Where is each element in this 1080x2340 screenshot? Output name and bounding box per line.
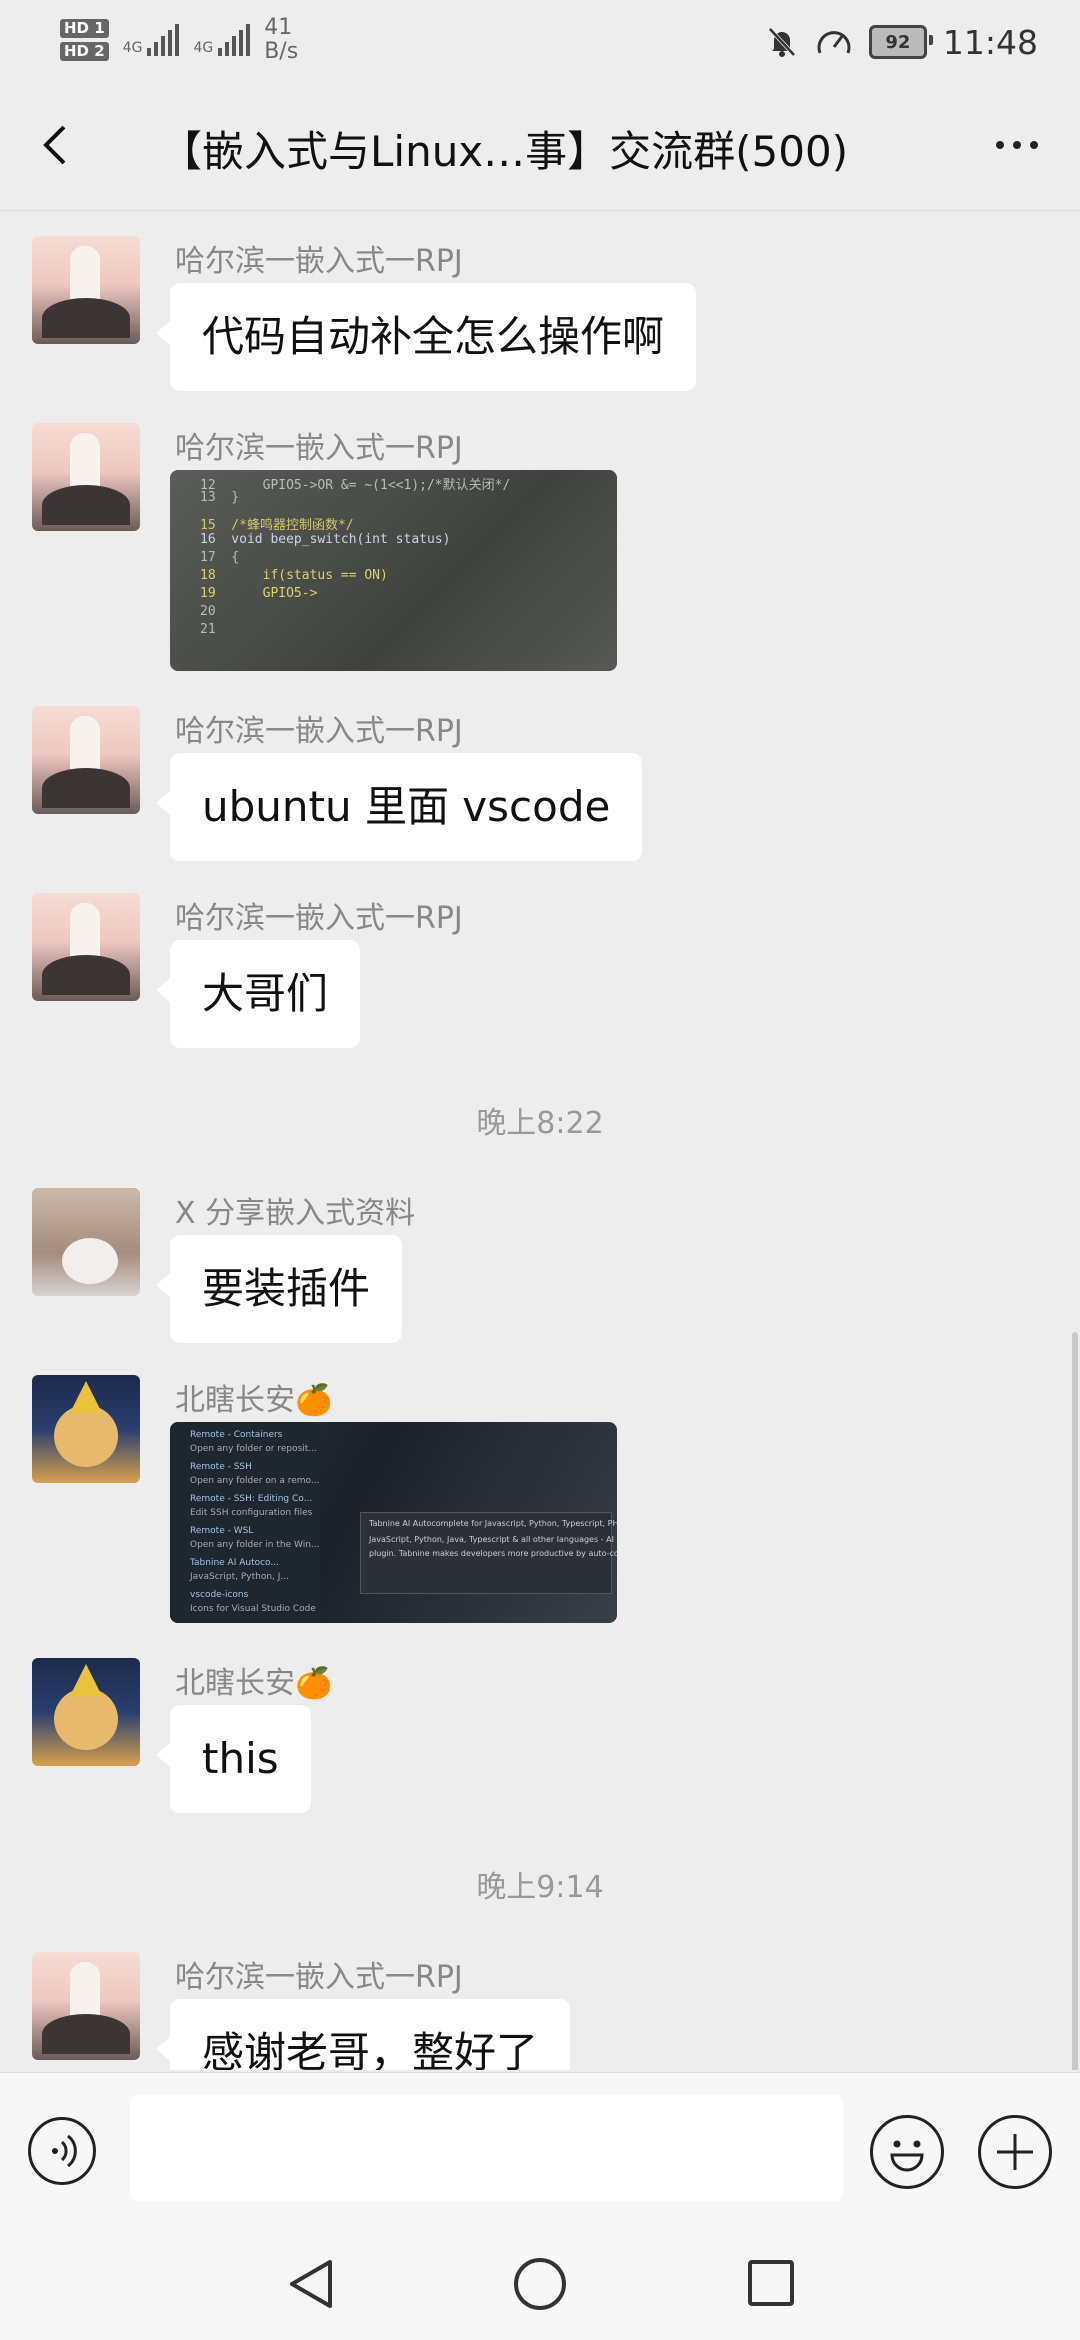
sender-name: X 分享嵌入式资料 xyxy=(175,1196,416,1231)
extension-popup: Tabnine AI Autocomplete for Javascript, … xyxy=(360,1512,617,1594)
message-bubble[interactable]: 代码自动补全怎么操作啊 xyxy=(155,283,697,391)
clock: 11:48 xyxy=(942,22,1038,62)
sender-name: 哈尔滨一嵌入式一RPJ xyxy=(175,244,463,279)
code-line: 15 /*蜂鸣器控制函数*/ xyxy=(200,518,354,533)
extension-line: Tabnine AI Autoco... xyxy=(190,1558,279,1568)
sender-name: 哈尔滨一嵌入式一RPJ xyxy=(175,714,463,749)
sim1-badge: HD 1 xyxy=(60,19,109,38)
signal-icon: 4G xyxy=(123,24,180,56)
performance-gauge-icon xyxy=(817,31,851,54)
network-type-2: 4G xyxy=(193,40,214,56)
sim2-badge: HD 2 xyxy=(60,42,109,61)
avatar[interactable] xyxy=(32,893,140,1001)
image-message-code-photo[interactable]: 12 GPIO5->OR &= ~(1<<1);/*默认关闭*/ 13 } 15… xyxy=(170,470,617,671)
code-line: 18 if(status == ON) xyxy=(200,568,388,583)
battery-icon: 92 xyxy=(868,25,933,59)
sender-name: 北瞎长安🍊 xyxy=(175,1383,333,1418)
popup-line: Tabnine AI Autocomplete for Javascript, … xyxy=(369,1519,617,1528)
extension-line: Open any folder in the Win... xyxy=(190,1540,320,1550)
nav-back-icon[interactable] xyxy=(286,2256,336,2312)
extension-line: Remote - SSH xyxy=(190,1462,252,1472)
scrollbar[interactable] xyxy=(1072,1332,1078,2070)
extension-line: Open any folder or reposit... xyxy=(190,1444,317,1454)
extension-line: vscode-icons xyxy=(190,1590,249,1600)
extension-line: JavaScript, Python, J... xyxy=(190,1572,289,1582)
chat-list[interactable]: 哈尔滨一嵌入式一RPJ 代码自动补全怎么操作啊 哈尔滨一嵌入式一RPJ 12 G… xyxy=(0,212,1080,2070)
timestamp: 晚上8:22 xyxy=(476,1106,604,1141)
message-bubble[interactable]: 大哥们 xyxy=(155,940,361,1048)
sender-name: 哈尔滨一嵌入式一RPJ xyxy=(175,431,463,466)
system-navigation-bar xyxy=(0,2230,1080,2340)
input-bar xyxy=(0,2072,1080,2231)
sender-name: 北瞎长安🍊 xyxy=(175,1666,333,1701)
network-speed-value: 41 xyxy=(264,15,293,40)
back-arrow-icon[interactable] xyxy=(30,115,90,175)
code-line: 19 GPIO5-> xyxy=(200,586,318,601)
extension-line: Edit SSH configuration files xyxy=(190,1508,313,1518)
timestamp: 晚上9:14 xyxy=(476,1870,604,1905)
message-bubble[interactable]: 感谢老哥，整好了 xyxy=(155,1999,571,2070)
code-line: 20 xyxy=(200,604,216,619)
network-speed: 41 B/s xyxy=(264,16,298,64)
avatar[interactable] xyxy=(32,1952,140,2060)
title-bar: 【嵌入式与Linux…事】交流群(500) xyxy=(0,80,1080,211)
message-input[interactable] xyxy=(130,2095,843,2201)
avatar[interactable] xyxy=(32,423,140,531)
message-bubble[interactable]: 要装插件 xyxy=(155,1235,403,1343)
code-line: 21 xyxy=(200,622,216,637)
emoji-icon[interactable] xyxy=(870,2115,944,2189)
message-bubble[interactable]: ubuntu 里面 vscode xyxy=(155,753,643,861)
avatar[interactable] xyxy=(32,236,140,344)
voice-input-icon[interactable] xyxy=(28,2117,96,2185)
mute-bell-icon xyxy=(768,27,796,57)
status-right: 92 11:48 xyxy=(765,14,1038,70)
more-functions-plus-icon[interactable] xyxy=(978,2115,1052,2189)
nav-home-icon[interactable] xyxy=(514,2258,566,2310)
extension-line: Open any folder on a remo... xyxy=(190,1476,320,1486)
code-line: 16 void beep_switch(int status) xyxy=(200,532,451,547)
sender-name: 哈尔滨一嵌入式一RPJ xyxy=(175,1960,463,1995)
popup-line: plugin. Tabnine makes developers more pr… xyxy=(369,1549,617,1558)
code-line: 17 { xyxy=(200,550,240,565)
signal-icon-2: 4G xyxy=(193,24,251,56)
extension-line: Remote - SSH: Editing Co... xyxy=(190,1494,313,1504)
avatar[interactable] xyxy=(32,1188,140,1296)
sim-indicators: HD 1 HD 2 xyxy=(60,19,109,61)
code-line: 13 } xyxy=(200,490,240,505)
network-type-1: 4G xyxy=(122,40,143,56)
battery-level: 92 xyxy=(885,31,911,53)
extension-line: Icons for Visual Studio Code xyxy=(190,1604,316,1614)
message-bubble[interactable]: this xyxy=(156,1705,311,1813)
code-line: 12 GPIO5->OR &= ~(1<<1);/*默认关闭*/ xyxy=(200,478,511,493)
more-options-icon[interactable] xyxy=(982,120,1052,170)
status-left: HD 1 HD 2 4G 4G 41 B/s xyxy=(60,10,298,70)
avatar[interactable] xyxy=(32,1658,140,1766)
image-message-vscode-photo[interactable]: Remote - Containers Open any folder or r… xyxy=(170,1422,617,1623)
avatar[interactable] xyxy=(32,706,140,814)
extensions-sidebar: Remote - Containers Open any folder or r… xyxy=(170,1422,320,1623)
network-speed-unit: B/s xyxy=(264,39,299,64)
extension-line: Remote - Containers xyxy=(190,1430,283,1440)
sender-name: 哈尔滨一嵌入式一RPJ xyxy=(175,901,463,936)
popup-line: JavaScript, Python, Java, Typescript & a… xyxy=(369,1535,617,1544)
chat-title: 【嵌入式与Linux…事】交流群(500) xyxy=(160,127,849,176)
status-bar: HD 1 HD 2 4G 4G 41 B/s 92 11:48 xyxy=(0,0,1080,80)
nav-recent-apps-icon[interactable] xyxy=(748,2260,794,2306)
extension-line: Remote - WSL xyxy=(190,1526,254,1536)
avatar[interactable] xyxy=(32,1375,140,1483)
